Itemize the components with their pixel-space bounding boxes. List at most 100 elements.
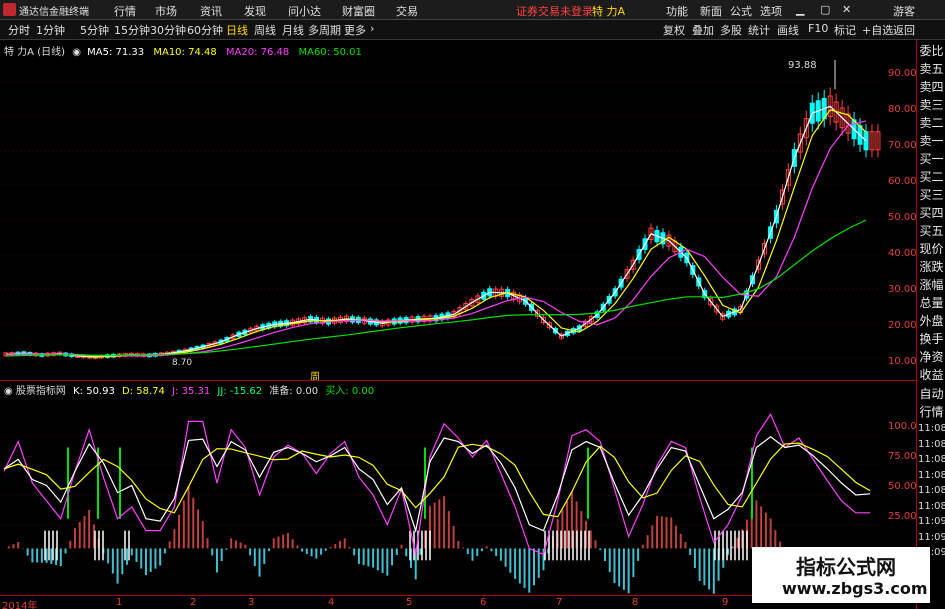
minimize-icon[interactable]: ▁ <box>796 3 804 16</box>
x-tick: 6 <box>480 597 487 608</box>
low-price-label: 8.70 <box>172 358 193 368</box>
period-30min[interactable]: 30分钟 <box>150 22 186 38</box>
settings-icon[interactable]: ◉ <box>4 386 13 397</box>
side-item[interactable]: 买一 <box>918 150 945 168</box>
menu-zixun[interactable]: 资讯 <box>200 3 222 19</box>
y-tick: 70.00 <box>888 140 917 151</box>
side-item[interactable]: 卖一 <box>918 132 945 150</box>
time-list: 11:08 11:08 11:08 11:08 11:08 11:08 11:09 11:09… <box>918 421 945 561</box>
side-item[interactable]: 买二 <box>918 168 945 186</box>
x-tick: 2014年 <box>2 601 38 609</box>
d-line <box>3 442 871 518</box>
menu-wenxiaoda[interactable]: 问小达 <box>288 3 321 19</box>
tool-fuquan[interactable]: 复权 <box>663 22 685 38</box>
side-item[interactable]: 净资 <box>918 348 945 366</box>
side-item[interactable]: 买三 <box>918 186 945 204</box>
side-item[interactable]: 卖三 <box>918 96 945 114</box>
side-item[interactable]: 换手 <box>918 330 945 348</box>
app-title: 通达信金融终端 <box>19 7 89 18</box>
period-5min[interactable]: 5分钟 <box>80 22 109 38</box>
tool-tongji[interactable]: 统计 <box>748 22 770 38</box>
tool-diejia[interactable]: 叠加 <box>692 22 714 38</box>
tool-zixuan[interactable]: +自选 <box>862 22 893 38</box>
time-item: 11:09 <box>918 531 945 543</box>
side-item[interactable]: 现价 <box>918 240 945 258</box>
chevron-right-icon[interactable]: › <box>370 22 374 35</box>
y-tick: 30.00 <box>888 284 917 295</box>
time-item: 11:09 <box>918 516 945 527</box>
guest-label[interactable]: 游客 <box>893 3 915 19</box>
side-divider <box>916 40 917 609</box>
x-tick: 7 <box>556 597 563 608</box>
x-tick: 1 <box>116 597 123 608</box>
side-item[interactable]: 卖五 <box>918 60 945 78</box>
period-monthly[interactable]: 月线 <box>282 22 304 38</box>
y-tick: 80.00 <box>888 104 917 115</box>
side-item[interactable]: 涨幅 <box>918 276 945 294</box>
indicator-name: 股票指标网 <box>15 386 66 397</box>
x-tick: 8 <box>632 597 639 608</box>
close-icon[interactable]: ✕ <box>842 3 851 16</box>
x-tick: 3 <box>248 597 255 608</box>
period-weekly[interactable]: 周线 <box>254 22 276 38</box>
side-item[interactable]: 委比 <box>918 42 945 60</box>
side-item[interactable]: 行情 <box>918 403 945 421</box>
x-tick: 5 <box>406 597 413 608</box>
maximize-icon[interactable]: ▢ <box>820 3 830 16</box>
side-item[interactable]: 买五 <box>918 222 945 240</box>
menu-xuanxiang[interactable]: 选项 <box>760 3 782 19</box>
side-item[interactable]: 卖二 <box>918 114 945 132</box>
period-multi[interactable]: 多周期 <box>308 22 341 38</box>
menu-shichang[interactable]: 市场 <box>155 3 177 19</box>
current-stock: 特 力A <box>592 5 626 18</box>
side-item[interactable]: 涨跌 <box>918 258 945 276</box>
time-item: 11:08 <box>918 469 945 481</box>
period-1min[interactable]: 1分钟 <box>36 22 65 38</box>
x-tick: 2 <box>190 597 197 608</box>
period-daily[interactable]: 日线 <box>226 22 248 38</box>
menu-faxian[interactable]: 发现 <box>244 3 266 19</box>
menu-hangqing[interactable]: 行情 <box>114 3 136 19</box>
watermark-title: 指标公式网 <box>796 555 896 579</box>
k-y-tick: 75.00 <box>888 451 917 462</box>
time-item: 11:08 <box>918 485 945 496</box>
trading-terminal: 通达信金融终端 行情 市场 资讯 发现 问小达 财富圈 交易 证券交易未登录 特… <box>0 0 945 609</box>
side-item[interactable]: 卖四 <box>918 78 945 96</box>
login-notice[interactable]: 证券交易未登录 <box>516 3 593 19</box>
menu-xinmian[interactable]: 新面 <box>700 3 722 19</box>
period-more[interactable]: 更多 <box>344 22 366 38</box>
tool-f10[interactable]: F10 <box>808 22 828 35</box>
tool-huaxian[interactable]: 画线 <box>777 22 799 38</box>
tool-duogu[interactable]: 多股 <box>720 22 742 38</box>
y-tick: 10.00 <box>888 356 917 367</box>
side-item[interactable]: 买四 <box>918 204 945 222</box>
period-60min[interactable]: 60分钟 <box>187 22 223 38</box>
tool-biaoji[interactable]: 标记 <box>834 22 856 38</box>
zhunbei-value: 准备: 0.00 <box>269 386 319 397</box>
menu-gongneng[interactable]: 功能 <box>666 3 688 19</box>
d-value: D: 58.74 <box>122 386 165 397</box>
side-item[interactable]: 收益 <box>918 366 945 384</box>
ma60-line <box>5 219 867 357</box>
period-fenshi[interactable]: 分时 <box>8 22 30 38</box>
tool-fanhui[interactable]: 返回 <box>893 22 915 38</box>
menu-caifuquan[interactable]: 财富圈 <box>342 3 375 19</box>
menu-gongshi[interactable]: 公式 <box>730 3 752 19</box>
mairu-value: 买入: 0.00 <box>325 386 375 397</box>
ma20-line <box>5 120 867 357</box>
side-item[interactable]: 总量 <box>918 294 945 312</box>
jj-value: JJ: -15.62 <box>217 386 263 397</box>
y-tick: 20.00 <box>888 320 917 331</box>
y-tick: 40.00 <box>888 248 917 259</box>
side-item[interactable]: 外盘 <box>918 312 945 330</box>
menu-jiaoyi[interactable]: 交易 <box>396 3 418 19</box>
y-tick: 90.00 <box>888 68 917 79</box>
price-chart[interactable] <box>0 55 885 385</box>
side-item[interactable]: 自动 <box>918 385 945 403</box>
watermark: 指标公式网 www.zbgs3.com <box>752 547 930 603</box>
pane-divider <box>0 380 916 381</box>
watermark-url: www.zbgs3.com <box>782 579 928 598</box>
k-y-tick: 50.00 <box>888 481 917 492</box>
period-15min[interactable]: 15分钟 <box>114 22 150 38</box>
title-bar: 通达信金融终端 行情 市场 资讯 发现 问小达 财富圈 交易 证券交易未登录 特… <box>0 0 945 20</box>
